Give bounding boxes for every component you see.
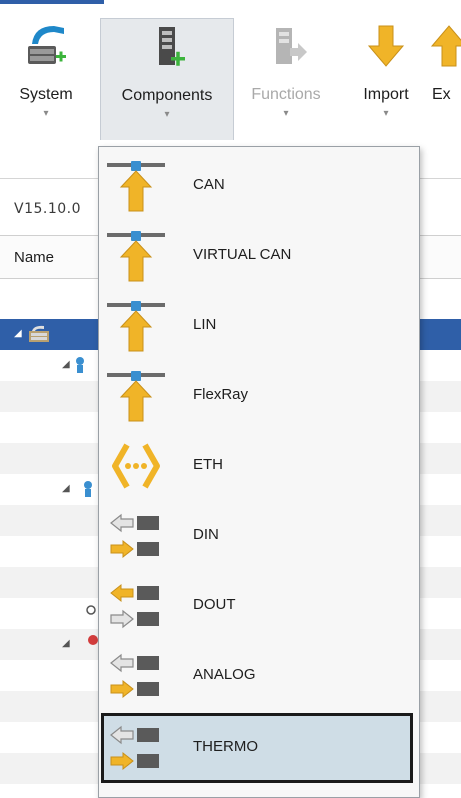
menu-item-eth[interactable]: ETH — [101, 431, 413, 501]
menu-item-analog[interactable]: ANALOG — [101, 641, 413, 711]
chevron-down-icon: ▾ — [43, 108, 49, 119]
menu-item-label: DOUT — [193, 596, 236, 613]
components-button-label: Components — [121, 87, 213, 104]
expand-arrow-icon[interactable]: ◢ — [62, 638, 70, 649]
export-button-label: Ex — [432, 86, 451, 103]
analog-icon — [110, 653, 159, 699]
digital-out-icon — [110, 583, 159, 629]
menu-item-flexray[interactable]: FlexRay — [101, 361, 413, 431]
functions-button-label: Functions — [251, 86, 321, 103]
system-button-label: System — [19, 86, 73, 103]
import-button-label: Import — [363, 86, 409, 103]
export-button[interactable]: Ex — [428, 18, 461, 140]
menu-item-label: THERMO — [193, 738, 258, 755]
menu-item-dout[interactable]: DOUT — [101, 571, 413, 641]
components-add-icon — [159, 27, 185, 66]
chevron-down-icon: ▾ — [383, 108, 389, 119]
name-column-label: Name — [14, 249, 55, 266]
expand-arrow-icon[interactable]: ◢ — [62, 359, 70, 370]
lin-bus-icon — [107, 301, 165, 352]
node-icon — [86, 605, 96, 615]
system-add-icon — [28, 26, 66, 64]
functions-button[interactable]: Functions ▾ — [240, 18, 332, 140]
menu-item-label: ETH — [193, 456, 223, 473]
virtual-can-bus-icon — [107, 231, 165, 282]
menu-item-label: FlexRay — [193, 386, 249, 403]
digital-in-icon — [110, 513, 159, 559]
menu-item-din[interactable]: DIN — [101, 501, 413, 571]
ethernet-icon — [112, 443, 160, 489]
node-icon — [76, 357, 84, 373]
flexray-bus-icon — [107, 371, 165, 422]
menu-item-label: CAN — [193, 176, 225, 193]
menu-item-lin[interactable]: LIN — [101, 291, 413, 361]
version-label: V15.10.0 — [14, 201, 82, 217]
menu-item-virtual-can[interactable]: VIRTUAL CAN — [101, 221, 413, 291]
expand-arrow-icon[interactable]: ◢ — [14, 328, 22, 339]
can-bus-icon — [107, 161, 165, 212]
export-arrow-icon — [430, 25, 461, 67]
menu-item-label: ANALOG — [193, 666, 256, 683]
chevron-down-icon: ▾ — [164, 109, 170, 120]
menu-item-label: VIRTUAL CAN — [193, 246, 292, 263]
menu-item-thermo[interactable]: THERMO — [101, 713, 413, 783]
menu-item-label: DIN — [193, 526, 219, 543]
system-button[interactable]: System ▾ — [6, 18, 86, 140]
thermo-icon — [110, 725, 159, 771]
components-dropdown-menu: CAN VIRTUAL CAN LIN FlexRay ETH DIN DOUT… — [98, 146, 420, 798]
components-button[interactable]: Components ▾ — [100, 18, 234, 140]
menu-item-can[interactable]: CAN — [101, 151, 413, 221]
functions-icon — [276, 28, 307, 64]
system-icon — [29, 325, 49, 342]
node-icon — [84, 481, 92, 497]
ribbon-tab-indicator — [0, 0, 104, 4]
import-button[interactable]: Import ▾ — [350, 18, 422, 140]
expand-arrow-icon[interactable]: ◢ — [62, 483, 70, 494]
chevron-down-icon: ▾ — [283, 108, 289, 119]
import-arrow-icon — [367, 25, 405, 67]
menu-item-label: LIN — [193, 316, 217, 333]
